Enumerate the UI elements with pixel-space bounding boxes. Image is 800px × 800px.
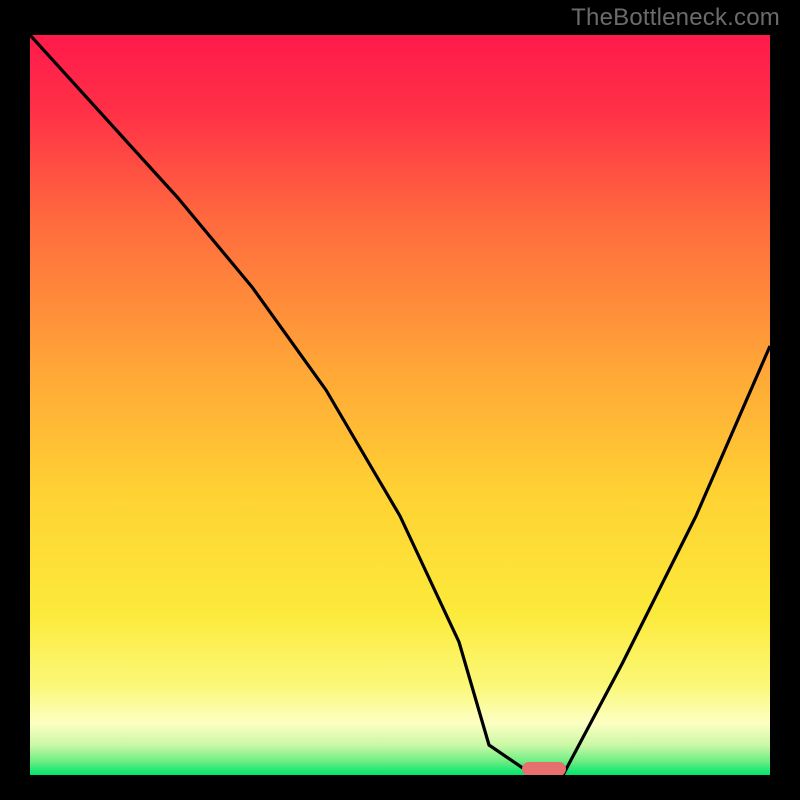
chart-plot xyxy=(30,35,770,775)
chart-frame: TheBottleneck.com xyxy=(0,0,800,800)
gradient-background xyxy=(30,35,770,775)
watermark-text: TheBottleneck.com xyxy=(571,4,780,32)
optimal-marker-icon xyxy=(522,762,566,775)
